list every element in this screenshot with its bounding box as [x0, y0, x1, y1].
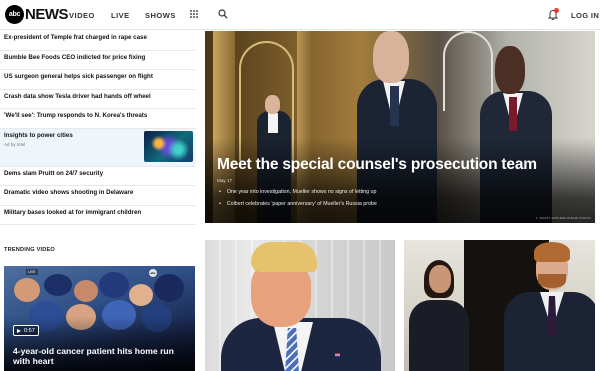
- logo-text: NEWS: [25, 6, 69, 23]
- trending-video-title[interactable]: 4-year-old cancer patient hits home run …: [13, 346, 188, 366]
- hero-related-link[interactable]: Colbert celebrates 'paper anniversary' o…: [219, 201, 377, 207]
- play-icon: [17, 328, 21, 333]
- headline-item[interactable]: Bumble Bee Foods CEO indicted for price …: [0, 51, 196, 70]
- nav-live[interactable]: LIVE: [111, 11, 130, 20]
- sponsored-ad[interactable]: Insights to power cities Ad by Intel: [0, 128, 196, 167]
- hair: [534, 242, 570, 262]
- top-nav: abc NEWS VIDEO LIVE SHOWS LOG IN: [0, 0, 600, 30]
- flag-pin: [335, 353, 340, 357]
- crowd-figure: [14, 278, 40, 302]
- notification-dot: [554, 8, 559, 13]
- trending-video-label: TRENDING VIDEO: [4, 247, 55, 253]
- headline-item[interactable]: Military bases looked at for immigrant c…: [0, 206, 196, 225]
- crowd-figure: [74, 280, 98, 302]
- headline-item[interactable]: Dramatic video shows shooting in Delawar…: [0, 186, 196, 206]
- crowd-figure: [154, 274, 184, 302]
- story-image-royal-couple[interactable]: [404, 240, 595, 371]
- headline-item[interactable]: Crash data show Tesla driver had hands o…: [0, 90, 196, 109]
- hair: [251, 242, 317, 272]
- video-duration: 0:57: [24, 327, 35, 334]
- story-image-trump[interactable]: [205, 240, 395, 371]
- dress: [409, 300, 469, 371]
- broadcast-bug: LIVE: [26, 269, 38, 275]
- face: [429, 265, 451, 293]
- ad-image: [144, 130, 193, 162]
- photo-credit: J. SCOTT APPLEWHITE/AP PHOTO: [535, 216, 591, 220]
- abc-watermark: abc: [149, 269, 157, 277]
- nav-shows[interactable]: SHOWS: [145, 11, 176, 20]
- abc-logo-mark: abc: [5, 5, 24, 24]
- video-duration-badge[interactable]: 0:57: [13, 325, 39, 336]
- hero-story[interactable]: Meet the special counsel's prosecution t…: [205, 31, 595, 223]
- hero-date: May 17: [217, 178, 233, 183]
- nav-video[interactable]: VIDEO: [69, 11, 95, 20]
- crowd-figure: [99, 272, 129, 298]
- abc-news-logo[interactable]: abc NEWS: [5, 5, 69, 24]
- trending-video-card[interactable]: LIVE abc 0:57 4-year-old cancer patient …: [4, 266, 195, 371]
- grid-menu-icon[interactable]: [190, 10, 198, 18]
- headline-item[interactable]: Dems slam Pruitt on 24/7 security: [0, 167, 196, 186]
- hero-related-link[interactable]: One year into investigation, Mueller sho…: [219, 189, 377, 195]
- crowd-figure: [44, 274, 72, 296]
- headline-item[interactable]: US surgeon general helps sick passenger …: [0, 70, 196, 90]
- headline-item[interactable]: 'We'll see': Trump responds to N. Korea'…: [0, 109, 196, 129]
- hero-gradient: [205, 138, 595, 223]
- search-icon[interactable]: [218, 9, 228, 19]
- headline-list: Ex-president of Temple frat charged in r…: [0, 31, 196, 225]
- hero-title[interactable]: Meet the special counsel's prosecution t…: [217, 156, 537, 174]
- beard: [538, 274, 566, 288]
- crowd-figure: [129, 284, 153, 306]
- login-button[interactable]: LOG IN: [571, 11, 599, 20]
- headline-item[interactable]: Ex-president of Temple frat charged in r…: [0, 31, 196, 51]
